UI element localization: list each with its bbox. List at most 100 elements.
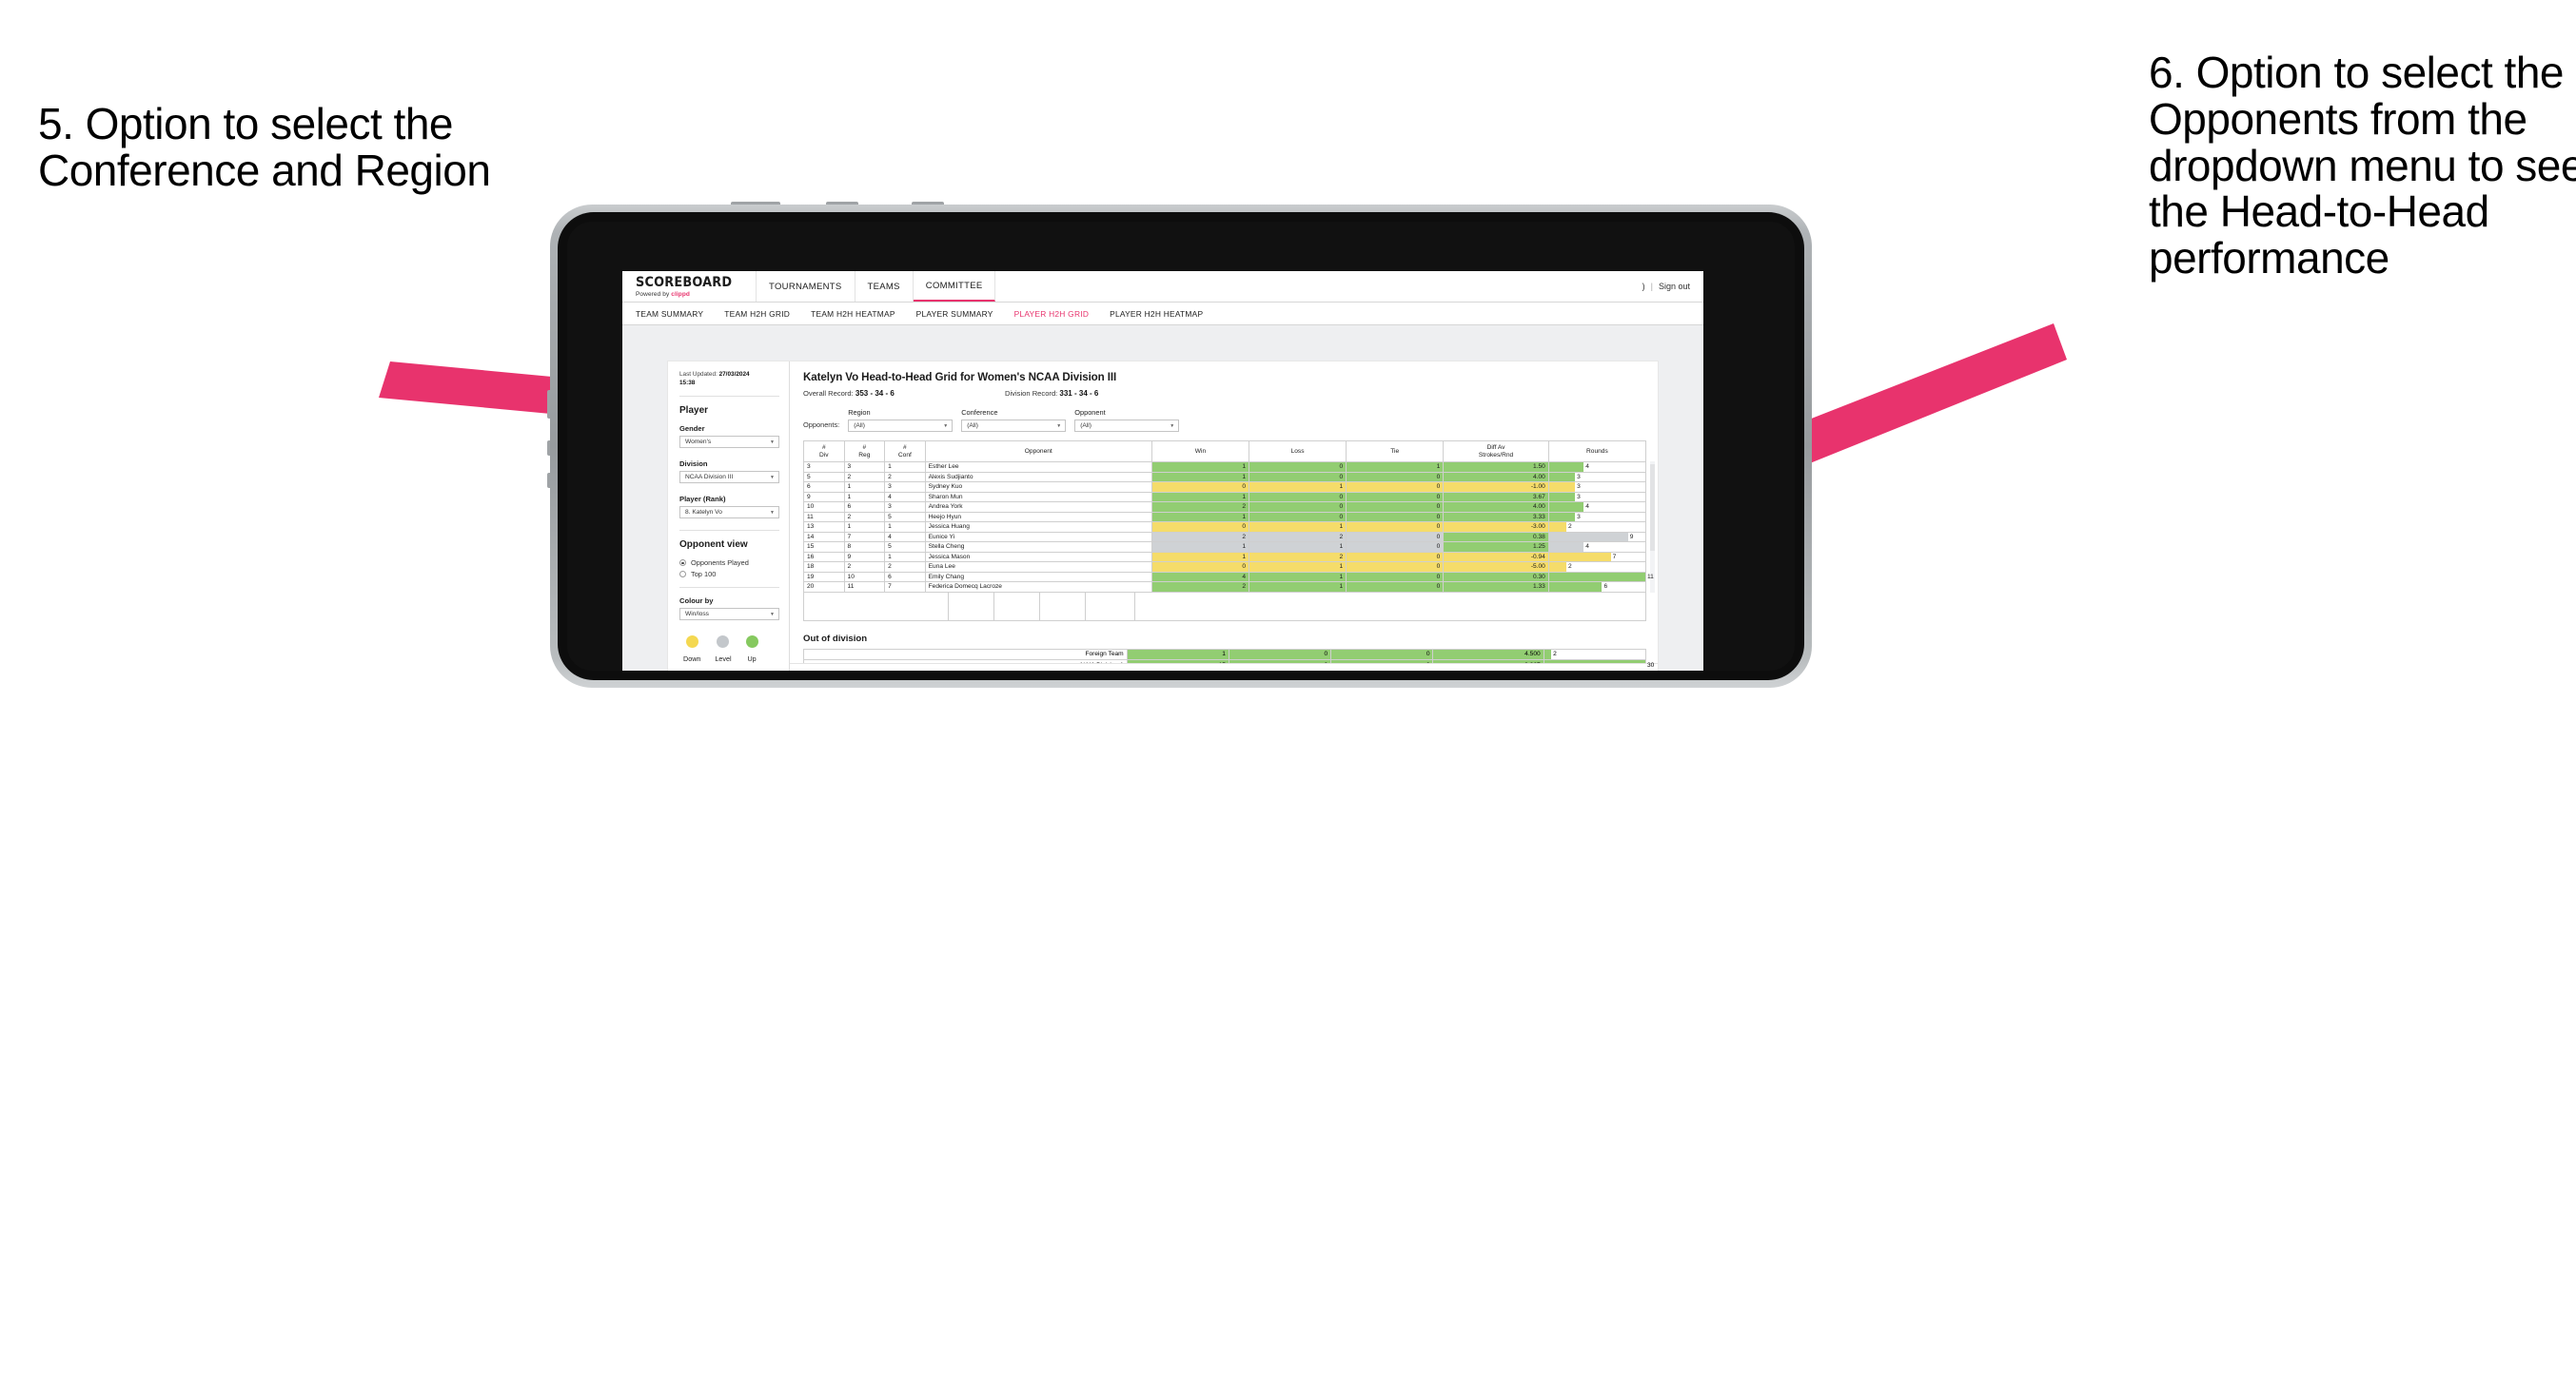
nav-item-teams[interactable]: TEAMS: [855, 271, 914, 302]
account-glyph[interactable]: ): [1642, 282, 1645, 291]
cell-loss: 0: [1249, 511, 1347, 522]
cell-opponent: Sharon Mun: [924, 491, 1152, 502]
table-row[interactable]: 11 2 5 Heejo Hyun 1 0 0 3.33 3: [803, 511, 1647, 522]
cell-reg: 3: [843, 461, 886, 473]
col-header-reg: # Reg: [843, 440, 886, 462]
cell-opponent: Federica Domecq Lacroze: [924, 581, 1152, 593]
cell-reg: 1: [843, 491, 886, 502]
opponent-select[interactable]: (All) ▼: [1074, 420, 1180, 432]
table-body: 3 3 1 Esther Lee 1 0 1 1.50 4 5 2 2 Alexis Sudjianto…: [803, 461, 1654, 593]
cell-diff: -3.00: [1443, 521, 1549, 533]
tab-team-h2h-grid[interactable]: TEAM H2H GRID: [724, 309, 790, 319]
gender-select[interactable]: Women's ▼: [679, 436, 779, 449]
cell-loss: 0: [1249, 461, 1347, 473]
table-row[interactable]: 3 3 1 Esther Lee 1 0 1 1.50 4: [803, 461, 1647, 473]
division-record-value: 331 - 34 - 6: [1059, 389, 1099, 398]
table-row[interactable]: 16 9 1 Jessica Mason 1 2 0 -0.94 7: [803, 551, 1647, 562]
cell-div: 11: [803, 511, 845, 522]
scrollbar-thumb[interactable]: [1650, 464, 1655, 551]
cell-diff: -0.94: [1443, 551, 1549, 562]
powered-brand: clippd: [671, 290, 690, 298]
table-row[interactable]: 13 1 1 Jessica Huang 0 1 0 -3.00 2: [803, 521, 1647, 533]
cell-loss: 2: [1249, 551, 1347, 562]
brand-powered-by: Powered by clippd: [636, 291, 740, 298]
sidebar-divider-3: [679, 587, 779, 589]
tab-player-h2h-heatmap[interactable]: PLAYER H2H HEATMAP: [1110, 309, 1203, 319]
table-row[interactable]: 15 8 5 Stella Cheng 1 1 0 1.25 4: [803, 541, 1647, 553]
tab-team-h2h-heatmap[interactable]: TEAM H2H HEATMAP: [811, 309, 895, 319]
cell-ood-name: Foreign Team: [803, 648, 1128, 660]
cell-ood-rounds: 2: [1543, 648, 1647, 660]
rounds-bar: [1548, 552, 1611, 561]
cell-rounds: 2: [1547, 521, 1647, 533]
brand-logo[interactable]: SCOREBOARD Powered by clippd: [622, 271, 757, 302]
top-navigation-bar: SCOREBOARD Powered by clippd TOURNAMENTS…: [622, 271, 1703, 303]
out-of-division-row[interactable]: Foreign Team 1 0 0 4.500 2: [803, 648, 1647, 660]
radio-top-100[interactable]: Top 100: [679, 570, 779, 578]
division-select[interactable]: NCAA Division III ▼: [679, 471, 779, 484]
cell-tie: 0: [1346, 491, 1445, 502]
cell-loss: 0: [1249, 501, 1347, 513]
cell-win: 0: [1150, 561, 1250, 573]
col-header-win: Win: [1150, 440, 1250, 462]
cell-rounds: 7: [1547, 551, 1647, 562]
tab-player-summary[interactable]: PLAYER SUMMARY: [916, 309, 993, 319]
conference-select[interactable]: (All) ▼: [961, 420, 1067, 432]
rounds-bar: [1548, 582, 1603, 592]
table-row[interactable]: 10 6 3 Andrea York 2 0 0 4.00 4: [803, 501, 1647, 513]
rounds-value: 2: [1568, 523, 1572, 531]
region-select[interactable]: (All) ▼: [848, 420, 954, 432]
col-header-conf: # Conf: [884, 440, 926, 462]
nav-item-tournaments[interactable]: TOURNAMENTS: [757, 271, 855, 302]
rounds-value: 9: [1629, 533, 1634, 540]
cell-tie: 1: [1346, 461, 1445, 473]
cell-diff: -5.00: [1443, 561, 1549, 573]
table-header: # Div # Reg # Conf Opponent Win Loss Tie Di…: [803, 440, 1647, 462]
chevron-down-icon: ▼: [1170, 422, 1175, 429]
cell-opponent: Emily Chang: [924, 571, 1152, 582]
cell-opponent: Eunice Yi: [924, 531, 1152, 542]
cell-loss: 1: [1249, 521, 1347, 533]
col-diff-top: Diff Av: [1486, 443, 1505, 451]
rounds-value: 2: [1553, 651, 1557, 658]
rounds-bar: [1548, 572, 1645, 581]
cell-rounds: 2: [1547, 561, 1647, 573]
cell-div: 20: [803, 581, 845, 593]
cell-conf: 5: [884, 541, 926, 553]
tab-team-summary[interactable]: TEAM SUMMARY: [636, 309, 703, 319]
screenshot-root: 5. Option to select the Conference and R…: [0, 0, 2576, 1386]
cell-loss: 1: [1249, 481, 1347, 493]
cell-win: 2: [1150, 531, 1250, 542]
viz-container: Last Updated: 27/03/2024 15:38 Player Ge…: [622, 325, 1703, 671]
sign-out-link[interactable]: Sign out: [1659, 282, 1690, 291]
cell-diff: 1.33: [1443, 581, 1549, 593]
col-div-top: #: [821, 443, 826, 451]
cell-conf: 3: [884, 481, 926, 493]
table-row[interactable]: 14 7 4 Eunice Yi 2 2 0 0.38 9: [803, 531, 1647, 542]
player-rank-select[interactable]: 8. Katelyn Vo ▼: [679, 506, 779, 519]
table-row[interactable]: 19 10 6 Emily Chang 4 1 0 0.30 11: [803, 571, 1654, 582]
table-scrollbar[interactable]: [1650, 461, 1655, 593]
table-row[interactable]: 5 2 2 Alexis Sudjianto 1 0 0 4.00 3: [803, 471, 1647, 482]
conference-label: Conference: [961, 408, 998, 417]
annotation-callout-5: 5. Option to select the Conference and R…: [38, 99, 491, 195]
nav-item-committee[interactable]: COMMITTEE: [913, 271, 996, 302]
cell-opponent: Sydney Kuo: [924, 481, 1152, 493]
cell-reg: 6: [843, 501, 886, 513]
table-row[interactable]: 18 2 2 Euna Lee 0 1 0 -5.00 2: [803, 561, 1647, 573]
table-row[interactable]: 20 11 7 Federica Domecq Lacroze 2 1 0 1.33 6: [803, 581, 1647, 593]
radio-opponents-played[interactable]: Opponents Played: [679, 558, 779, 567]
opponent-value: (All): [1080, 422, 1091, 429]
cell-rounds: 4: [1547, 461, 1647, 473]
table-row[interactable]: 6 1 3 Sydney Kuo 0 1 0 -1.00 3: [803, 481, 1647, 493]
chevron-down-icon: ▼: [1056, 422, 1062, 429]
tab-player-h2h-grid[interactable]: PLAYER H2H GRID: [1014, 309, 1090, 319]
cell-diff: -1.00: [1443, 481, 1549, 493]
cell-rounds: 3: [1547, 471, 1647, 482]
colour-by-select[interactable]: Win/loss ▼: [679, 608, 779, 621]
table-header-row: # Div # Reg # Conf Opponent Win Loss Tie Di…: [803, 440, 1647, 462]
sidebar-divider-2: [679, 530, 779, 532]
table-row[interactable]: 9 1 4 Sharon Mun 1 0 0 3.67 3: [803, 491, 1647, 502]
rounds-bar: [1548, 482, 1576, 492]
chevron-down-icon: ▼: [770, 439, 775, 445]
